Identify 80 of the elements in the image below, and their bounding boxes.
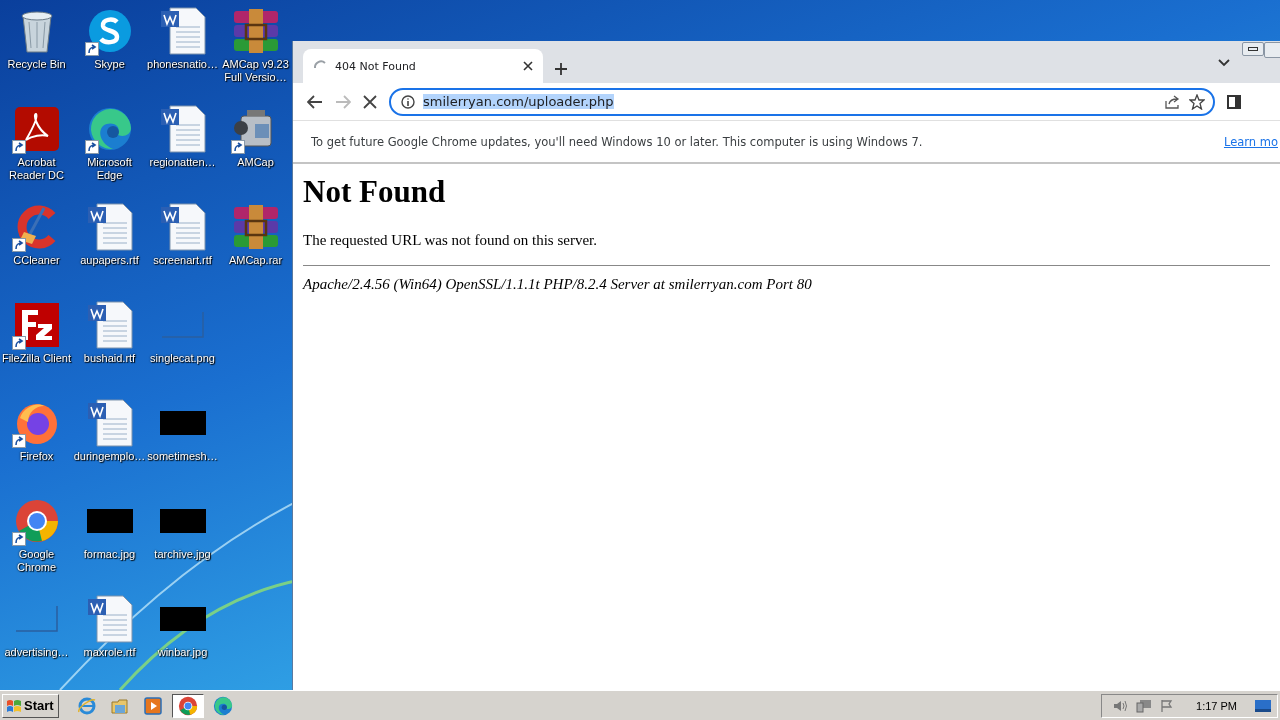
archive-icon bbox=[231, 205, 280, 249]
desktop-icon-label[interactable]: sometimesh… bbox=[147, 450, 218, 463]
word-document-icon bbox=[86, 301, 133, 349]
desktop-icon-label[interactable]: winbar.jpg bbox=[157, 646, 208, 659]
word-document-icon bbox=[86, 203, 133, 251]
archive-icon bbox=[231, 9, 280, 53]
desktop-icon-label[interactable]: Recycle Bin bbox=[7, 58, 66, 71]
new-tab-icon[interactable] bbox=[555, 63, 567, 75]
dark-thumbnail-icon bbox=[159, 411, 206, 435]
word-document-icon bbox=[159, 203, 206, 251]
chrome-icon[interactable] bbox=[177, 695, 198, 716]
media-player-icon[interactable] bbox=[142, 695, 163, 716]
desktop-icon-label[interactable]: Google Chrome bbox=[0, 548, 73, 574]
desktop-icon-label[interactable]: aupapers.rtf bbox=[80, 254, 139, 267]
shortcut-arrow-icon bbox=[11, 434, 26, 448]
chevron-down-icon[interactable] bbox=[1218, 59, 1230, 67]
skype-icon bbox=[86, 8, 133, 54]
chrome-icon bbox=[13, 498, 60, 544]
desktop-icon-label[interactable]: Microsoft Edge bbox=[73, 156, 146, 182]
minimize-button[interactable] bbox=[1242, 42, 1264, 56]
show-desktop-icon[interactable] bbox=[1255, 699, 1271, 712]
desktop-icon-label[interactable]: CCleaner bbox=[13, 254, 60, 267]
desktop-icon-label[interactable]: phonesnatio… bbox=[147, 58, 218, 71]
dark-thumbnail-icon bbox=[86, 509, 133, 533]
address-bar[interactable]: smilerryan.com/uploader.php bbox=[389, 87, 1215, 116]
desktop-icon-label[interactable]: FileZilla Client bbox=[1, 352, 72, 365]
word-document-icon bbox=[159, 7, 206, 55]
tab-title: 404 Not Found bbox=[335, 59, 417, 73]
desktop-icon-label[interactable]: AMCap.rar bbox=[228, 254, 283, 267]
desktop-icon-label[interactable]: singlecat.png bbox=[150, 352, 215, 365]
desktop-icon-label[interactable]: maxrole.rtf bbox=[83, 646, 136, 659]
desktop-icon-label[interactable]: Skype bbox=[94, 58, 125, 71]
stop-icon[interactable] bbox=[363, 94, 377, 109]
edge-icon bbox=[86, 106, 133, 152]
shortcut-arrow-icon bbox=[11, 336, 26, 350]
update-warning-text: To get future Google Chrome updates, you'll need Windows 10 or later. This computer is using Windows 7. bbox=[311, 134, 923, 149]
browser-tab[interactable]: 404 Not Found bbox=[303, 49, 543, 83]
shortcut-arrow-icon bbox=[11, 532, 26, 546]
desktop-icon-label[interactable]: duringemplo… bbox=[73, 450, 146, 463]
desktop-icon-label[interactable]: AMCap v9.23 Full Versio… bbox=[219, 58, 292, 84]
shortcut-arrow-icon bbox=[11, 140, 26, 154]
windows-logo-icon bbox=[6, 698, 22, 713]
error-message: The requested URL was not found on this server. bbox=[303, 232, 598, 249]
star-icon[interactable] bbox=[1189, 93, 1205, 110]
word-document-icon bbox=[86, 399, 133, 447]
learn-more-link[interactable]: Learn mo bbox=[1223, 134, 1278, 149]
shortcut-arrow-icon bbox=[11, 238, 26, 252]
clock[interactable]: 1:17 PM bbox=[1196, 699, 1237, 712]
back-arrow-icon[interactable] bbox=[307, 94, 323, 109]
blank-thumbnail-icon bbox=[15, 606, 58, 632]
desktop-icon-label[interactable]: AMCap bbox=[237, 156, 274, 169]
desktop-icon-label[interactable]: bushaid.rtf bbox=[83, 352, 136, 365]
dark-thumbnail-icon bbox=[159, 607, 206, 631]
desktop-icon-label[interactable]: Acrobat Reader DC bbox=[0, 156, 73, 182]
desktop-icon-label[interactable]: regionatten… bbox=[149, 156, 216, 169]
shortcut-arrow-icon bbox=[230, 140, 245, 154]
desktop-icon-label[interactable]: screenart.rtf bbox=[153, 254, 212, 267]
info-icon bbox=[401, 94, 415, 109]
close-icon[interactable] bbox=[523, 61, 533, 71]
blank-thumbnail-icon bbox=[161, 312, 204, 338]
desktop-icon-label[interactable]: advertising… bbox=[4, 646, 69, 659]
desktop-icon-label[interactable]: tarchive.jpg bbox=[154, 548, 211, 561]
edge-icon[interactable] bbox=[212, 695, 233, 716]
word-document-icon bbox=[159, 105, 206, 153]
network-icon[interactable] bbox=[1136, 698, 1153, 713]
filezilla-icon bbox=[13, 302, 60, 348]
pdf-reader-icon bbox=[13, 106, 60, 152]
desktop-icon-label[interactable]: Firefox bbox=[19, 450, 54, 463]
flag-icon[interactable] bbox=[1160, 698, 1175, 713]
shortcut-arrow-icon bbox=[84, 140, 99, 154]
server-signature: Apache/2.4.56 (Win64) OpenSSL/1.1.1t PHP/8.2.4 Server at smilerryan.com Port 80 bbox=[303, 276, 813, 293]
speaker-icon[interactable] bbox=[1112, 698, 1129, 713]
page-heading: Not Found bbox=[303, 174, 447, 210]
shortcut-arrow-icon bbox=[84, 42, 99, 56]
share-icon[interactable] bbox=[1165, 94, 1181, 109]
side-panel-icon[interactable] bbox=[1227, 94, 1241, 109]
dark-thumbnail-icon bbox=[159, 509, 206, 533]
start-button[interactable]: Start bbox=[2, 693, 59, 718]
word-document-icon bbox=[86, 595, 133, 643]
desktop-icon-label[interactable]: formac.jpg bbox=[83, 548, 136, 561]
